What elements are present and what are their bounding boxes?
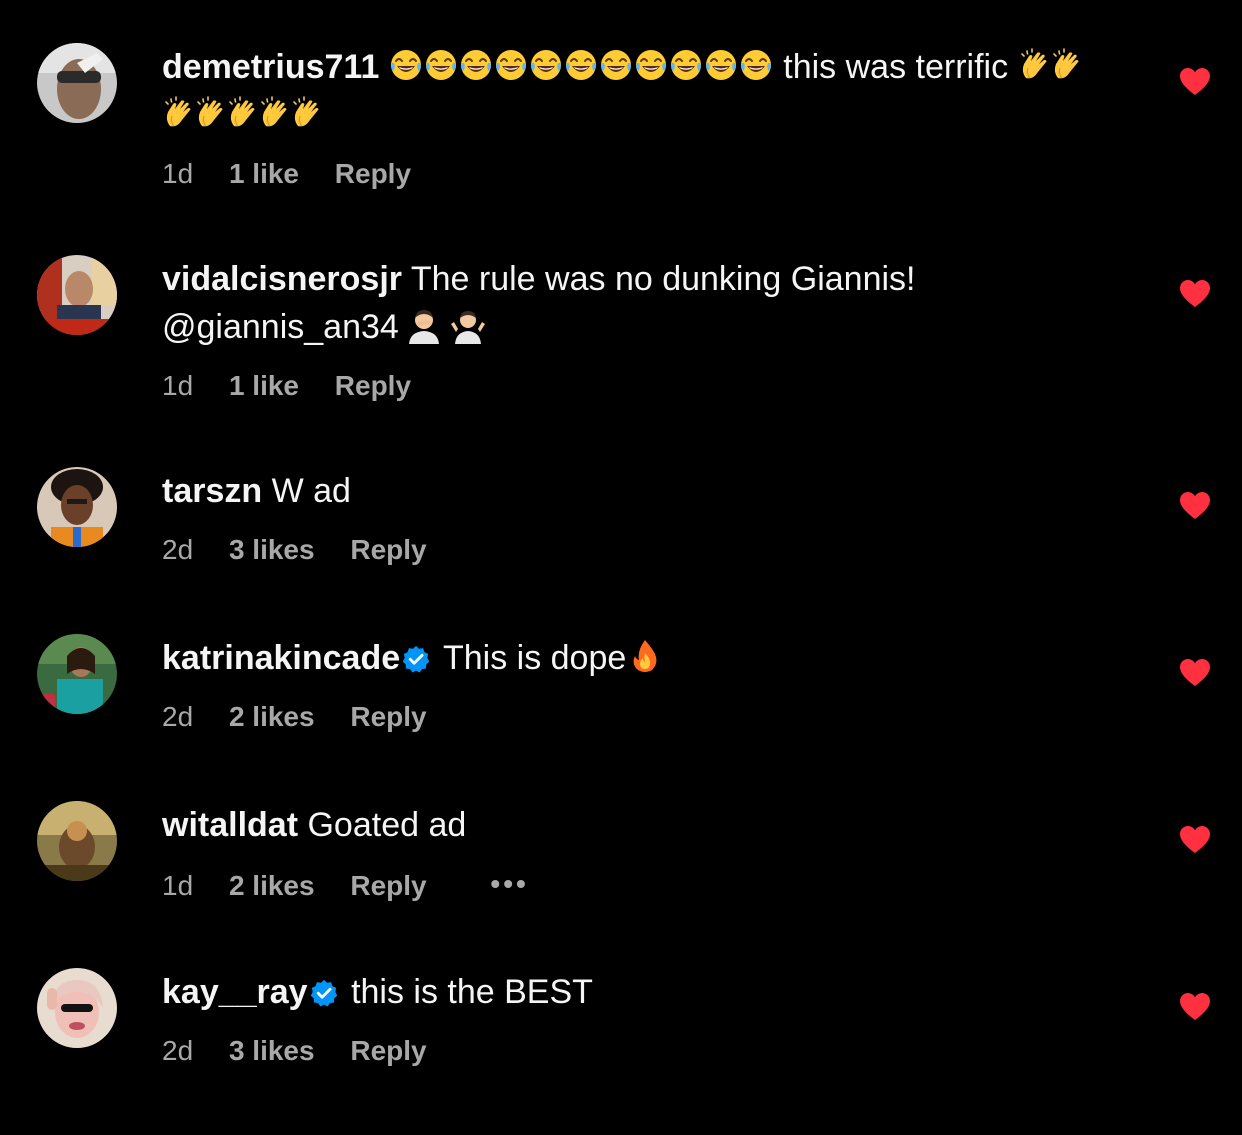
comment-time: 1d	[162, 158, 194, 189]
tears-of-joy-icon	[529, 48, 563, 82]
tears-of-joy-icon	[564, 48, 598, 82]
heart-icon[interactable]	[1180, 68, 1210, 96]
comment-body: this is the BEST	[351, 973, 593, 1011]
comment-likes[interactable]: 2 likes	[229, 870, 315, 901]
comment-username[interactable]: tarszn	[162, 472, 262, 510]
tears-of-joy-icon	[424, 48, 458, 82]
clapping-hands-icon	[1050, 48, 1084, 82]
comment-text: katrinakincade This is dope	[162, 634, 1142, 682]
comment-body: This is dope	[442, 639, 627, 677]
comment-meta: 1d 1 like Reply	[162, 157, 1142, 191]
tears-of-joy-icon	[494, 48, 528, 82]
clapping-hands-icon	[258, 96, 292, 130]
comment-meta: 1d 2 likes Reply •••	[162, 867, 1142, 903]
heart-icon[interactable]	[1180, 826, 1210, 854]
heart-icon[interactable]	[1180, 280, 1210, 308]
clapping-hands-icon	[226, 96, 260, 130]
comment-text: witalldat Goated ad	[162, 801, 1142, 849]
comment-time: 1d	[162, 870, 194, 901]
comment-likes[interactable]: 2 likes	[229, 701, 315, 732]
avatar[interactable]	[37, 968, 117, 1048]
comment-time: 2d	[162, 1035, 194, 1066]
laughing-emoji-group	[389, 48, 783, 86]
tears-of-joy-icon	[669, 48, 703, 82]
reply-button[interactable]: Reply	[335, 370, 411, 401]
comment-meta: 2d 3 likes Reply	[162, 1034, 1142, 1068]
reply-button[interactable]: Reply	[335, 158, 411, 189]
tears-of-joy-icon	[704, 48, 738, 82]
comment-likes[interactable]: 1 like	[229, 158, 299, 189]
tears-of-joy-icon	[459, 48, 493, 82]
comment-body: Goated ad	[307, 806, 467, 844]
clapping-hands-icon	[162, 96, 196, 130]
comment-text: vidalcisnerosjr The rule was no dunking …	[162, 255, 1142, 351]
shrug-icon	[449, 306, 487, 344]
comment-meta: 2d 2 likes Reply	[162, 700, 1142, 734]
tears-of-joy-icon	[389, 48, 423, 82]
verified-badge-icon	[402, 645, 430, 673]
heart-icon[interactable]	[1180, 492, 1210, 520]
comment-body: W ad	[271, 472, 351, 510]
comment-time: 1d	[162, 370, 194, 401]
comment-body: The rule was no dunking Giannis!	[410, 260, 916, 298]
more-options-icon[interactable]: •••	[490, 867, 528, 901]
avatar[interactable]	[37, 255, 117, 335]
heart-icon[interactable]	[1180, 659, 1210, 687]
mention-link[interactable]: @giannis_an34	[162, 308, 399, 346]
heart-icon[interactable]	[1180, 993, 1210, 1021]
comment-text: kay__ray this is the BEST	[162, 968, 1142, 1016]
reply-button[interactable]: Reply	[350, 870, 426, 901]
comment-username[interactable]: witalldat	[162, 806, 298, 844]
comment-time: 2d	[162, 701, 194, 732]
reply-button[interactable]: Reply	[350, 534, 426, 565]
comment-likes[interactable]: 3 likes	[229, 1035, 315, 1066]
avatar[interactable]	[37, 801, 117, 881]
facepalm-icon	[405, 306, 443, 344]
avatar[interactable]	[37, 43, 117, 123]
fire-icon	[630, 639, 660, 673]
clapping-hands-icon	[1018, 48, 1052, 82]
comment-likes[interactable]: 3 likes	[229, 534, 315, 565]
tears-of-joy-icon	[599, 48, 633, 82]
avatar[interactable]	[37, 467, 117, 547]
clapping-hands-icon	[290, 96, 324, 130]
comment-text: demetrius711 this was terrific	[162, 43, 1142, 139]
comment-username[interactable]: vidalcisnerosjr	[162, 260, 402, 298]
tears-of-joy-icon	[634, 48, 668, 82]
comment-meta: 1d 1 like Reply	[162, 369, 1142, 403]
comment-text: tarszn W ad	[162, 467, 1142, 515]
reply-button[interactable]: Reply	[350, 701, 426, 732]
comment-likes[interactable]: 1 like	[229, 370, 299, 401]
verified-badge-icon	[310, 979, 338, 1007]
reply-button[interactable]: Reply	[350, 1035, 426, 1066]
comment-username[interactable]: kay__ray	[162, 973, 308, 1011]
comment-username[interactable]: katrinakincade	[162, 639, 400, 677]
comment-username[interactable]: demetrius711	[162, 48, 379, 86]
comment-meta: 2d 3 likes Reply	[162, 533, 1142, 567]
tears-of-joy-icon	[739, 48, 773, 82]
clapping-hands-icon	[194, 96, 228, 130]
avatar[interactable]	[37, 634, 117, 714]
comment-body: this was terrific	[783, 48, 1009, 86]
comment-time: 2d	[162, 534, 194, 565]
